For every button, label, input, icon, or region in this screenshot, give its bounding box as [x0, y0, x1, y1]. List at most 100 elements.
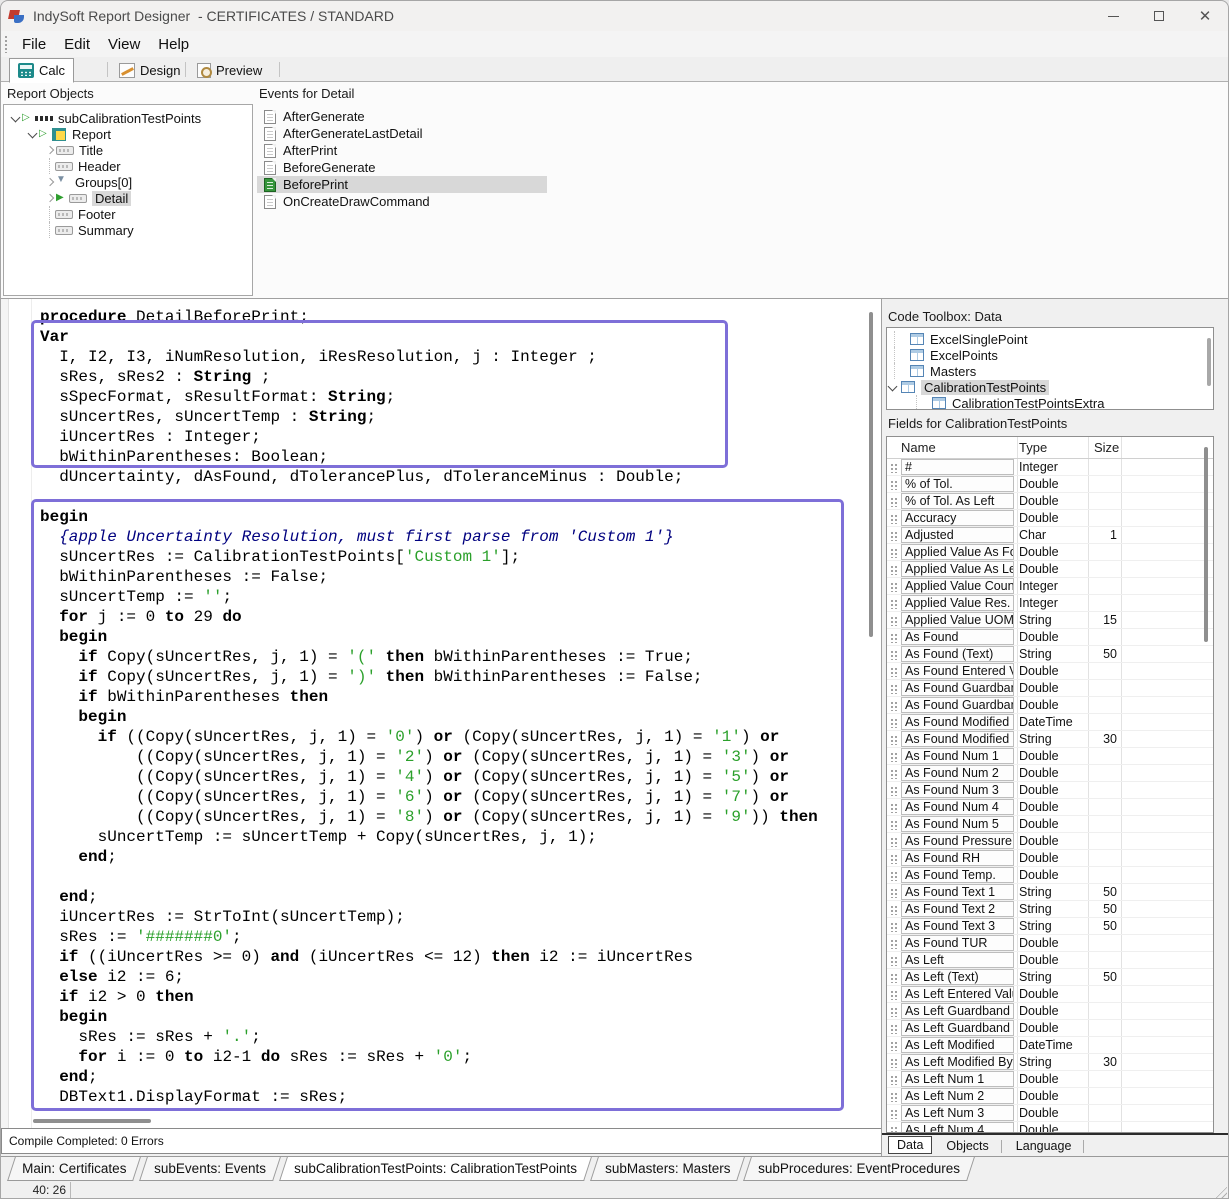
drag-handle-icon[interactable]: [890, 480, 898, 490]
field-row-as-found-num-4-20[interactable]: As Found Num 4Double: [887, 799, 1213, 816]
drag-handle-icon[interactable]: [890, 1007, 898, 1017]
drag-handle-icon[interactable]: [890, 871, 898, 881]
menu-drag-grip[interactable]: [4, 35, 8, 53]
tab-design[interactable]: Design: [111, 59, 188, 82]
field-row--0[interactable]: #Integer: [887, 459, 1213, 476]
expander-open-icon[interactable]: [887, 381, 899, 393]
tree-item-header[interactable]: Header: [4, 158, 252, 174]
expander-open-icon[interactable]: [10, 112, 22, 124]
tree-item-footer[interactable]: Footer: [4, 206, 252, 222]
tab-language[interactable]: Language: [1008, 1138, 1080, 1154]
field-row-as-found-rh-23[interactable]: As Found RHDouble: [887, 850, 1213, 867]
field-row-as-found-modified-15[interactable]: As Found ModifiedDateTime: [887, 714, 1213, 731]
drag-handle-icon[interactable]: [890, 905, 898, 915]
toolbox-scrollbar-thumb[interactable]: [1207, 338, 1211, 386]
field-row-as-found-temp-24[interactable]: As Found Temp.Double: [887, 867, 1213, 884]
drag-handle-icon[interactable]: [890, 1109, 898, 1119]
field-row-as-left-num-4-39[interactable]: As Left Num 4Double: [887, 1122, 1213, 1133]
sheet-tab-submasters-masters[interactable]: subMasters: Masters: [590, 1157, 745, 1181]
menu-view[interactable]: View: [99, 36, 149, 53]
drag-handle-icon[interactable]: [890, 718, 898, 728]
sheet-tab-subprocedures-eventprocedures[interactable]: subProcedures: EventProcedures: [743, 1157, 975, 1181]
field-row-accuracy-3[interactable]: AccuracyDouble: [887, 510, 1213, 527]
drag-handle-icon[interactable]: [890, 633, 898, 643]
drag-handle-icon[interactable]: [890, 803, 898, 813]
tree-item-title[interactable]: Title: [4, 142, 252, 158]
sheet-tab-subcalibrationtestpoints-calibrationtestpoints[interactable]: subCalibrationTestPoints: CalibrationTes…: [279, 1157, 592, 1181]
field-row-as-found-entered-valu-12[interactable]: As Found Entered ValuDouble: [887, 663, 1213, 680]
drag-handle-icon[interactable]: [890, 973, 898, 983]
minimize-button[interactable]: [1090, 1, 1136, 31]
drag-handle-icon[interactable]: [890, 582, 898, 592]
event-item-beforegenerate[interactable]: BeforeGenerate: [257, 159, 547, 176]
field-row-as-found-10[interactable]: As FoundDouble: [887, 629, 1213, 646]
field-row-as-found-modified-by-16[interactable]: As Found Modified ByString30: [887, 731, 1213, 748]
field-row-of-tol-1[interactable]: % of Tol.Double: [887, 476, 1213, 493]
field-row-as-found-guardband-14[interactable]: As Found GuardbandDouble: [887, 697, 1213, 714]
drag-handle-icon[interactable]: [890, 514, 898, 524]
field-row-applied-value-as-left-6[interactable]: Applied Value As LeftDouble: [887, 561, 1213, 578]
field-row-applied-value-uom-9[interactable]: Applied Value UOMString15: [887, 612, 1213, 629]
tree-item-groups-0[interactable]: Groups[0]: [4, 174, 252, 190]
drag-handle-icon[interactable]: [890, 1092, 898, 1102]
drag-handle-icon[interactable]: [890, 786, 898, 796]
field-row-as-found-num-1-17[interactable]: As Found Num 1Double: [887, 748, 1213, 765]
editor-hscroll-thumb[interactable]: [33, 1119, 151, 1123]
tree-item-summary[interactable]: Summary: [4, 222, 252, 238]
tab-data[interactable]: Data: [888, 1136, 932, 1154]
drag-handle-icon[interactable]: [890, 888, 898, 898]
code-editor[interactable]: procedure DetailBeforePrint;Var I, I2, I…: [1, 298, 881, 1128]
tree-item-detail[interactable]: ▶Detail: [4, 190, 252, 206]
window-resize-grip[interactable]: [1213, 1185, 1227, 1199]
field-row-as-left-guardband-33[interactable]: As Left Guardband +Double: [887, 1020, 1213, 1037]
field-row-as-found-num-2-18[interactable]: As Found Num 2Double: [887, 765, 1213, 782]
drag-handle-icon[interactable]: [890, 616, 898, 626]
drag-handle-icon[interactable]: [890, 650, 898, 660]
drag-handle-icon[interactable]: [890, 922, 898, 932]
field-row-as-found-guardband-13[interactable]: As Found GuardbandDouble: [887, 680, 1213, 697]
expander-closed-icon[interactable]: [44, 176, 56, 188]
tab-objects[interactable]: Objects: [938, 1138, 996, 1154]
drag-handle-icon[interactable]: [890, 820, 898, 830]
drag-handle-icon[interactable]: [890, 701, 898, 711]
field-row-as-left-entered-value-31[interactable]: As Left Entered ValueDouble: [887, 986, 1213, 1003]
drag-handle-icon[interactable]: [890, 837, 898, 847]
event-item-aftergeneratelastdetail[interactable]: AfterGenerateLastDetail: [257, 125, 547, 142]
field-row-as-left-modified-by-35[interactable]: As Left Modified ByString30: [887, 1054, 1213, 1071]
event-item-afterprint[interactable]: AfterPrint: [257, 142, 547, 159]
tree-item-report[interactable]: ▷Report: [4, 126, 252, 142]
drag-handle-icon[interactable]: [890, 667, 898, 677]
field-row-as-found-pressure-22[interactable]: As Found PressureDouble: [887, 833, 1213, 850]
menu-help[interactable]: Help: [149, 36, 198, 53]
drag-handle-icon[interactable]: [890, 735, 898, 745]
field-row-as-left-29[interactable]: As LeftDouble: [887, 952, 1213, 969]
field-row-as-found-text-2-26[interactable]: As Found Text 2String50: [887, 901, 1213, 918]
drag-handle-icon[interactable]: [890, 1024, 898, 1034]
field-row-as-left-num-3-38[interactable]: As Left Num 3Double: [887, 1105, 1213, 1122]
drag-handle-icon[interactable]: [890, 1041, 898, 1051]
editor-vertical-scrollbar[interactable]: [865, 304, 877, 1114]
field-row-as-left-guardband-32[interactable]: As Left Guardband -Double: [887, 1003, 1213, 1020]
field-row-applied-value-res-8[interactable]: Applied Value Res.Integer: [887, 595, 1213, 612]
drag-handle-icon[interactable]: [890, 565, 898, 575]
field-row-as-found-text-3-27[interactable]: As Found Text 3String50: [887, 918, 1213, 935]
field-row-as-found-text-11[interactable]: As Found (Text)String50: [887, 646, 1213, 663]
drag-handle-icon[interactable]: [890, 1075, 898, 1085]
menu-edit[interactable]: Edit: [55, 36, 99, 53]
drag-handle-icon[interactable]: [890, 956, 898, 966]
tab-preview[interactable]: Preview: [189, 59, 270, 82]
drag-handle-icon[interactable]: [890, 548, 898, 558]
column-header-type[interactable]: Type: [1019, 440, 1047, 455]
drag-handle-icon[interactable]: [890, 463, 898, 473]
field-row-applied-value-as-foun-5[interactable]: Applied Value As FounDouble: [887, 544, 1213, 561]
drag-handle-icon[interactable]: [890, 599, 898, 609]
sheet-tab-main-certificates[interactable]: Main: Certificates: [7, 1157, 141, 1181]
drag-handle-icon[interactable]: [890, 939, 898, 949]
event-item-beforeprint[interactable]: BeforePrint: [257, 176, 547, 193]
event-item-oncreatedrawcommand[interactable]: OnCreateDrawCommand: [257, 193, 547, 210]
drag-handle-icon[interactable]: [890, 531, 898, 541]
field-row-as-left-modified-34[interactable]: As Left ModifiedDateTime: [887, 1037, 1213, 1054]
editor-horizontal-scrollbar[interactable]: [1, 1114, 861, 1128]
field-row-as-left-num-1-36[interactable]: As Left Num 1Double: [887, 1071, 1213, 1088]
drag-handle-icon[interactable]: [890, 1126, 898, 1133]
